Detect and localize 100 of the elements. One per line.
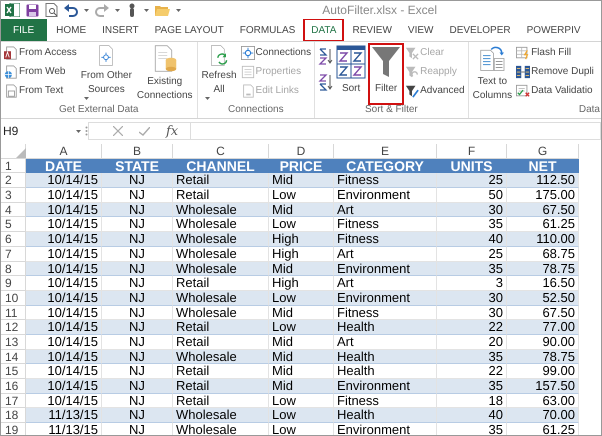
ribbon-button[interactable]: From Other Sources <box>78 44 134 104</box>
row-header[interactable]: 3 <box>1 188 26 203</box>
table-cell: Low <box>269 408 334 424</box>
ribbon-button[interactable]: From Access <box>3 44 78 61</box>
table-cell: 30 <box>437 290 507 306</box>
caret-icon[interactable] <box>115 8 120 12</box>
caret-icon[interactable] <box>144 8 149 12</box>
table-cell: NJ <box>102 173 173 188</box>
print-preview-icon[interactable] <box>45 3 58 17</box>
row-header[interactable]: 11 <box>1 306 26 320</box>
ribbon-button[interactable]: From Web <box>3 63 78 80</box>
ribbon-button[interactable]: Flash Fill <box>515 44 595 61</box>
window-title: AutoFilter.xlsx - Excel <box>322 3 437 17</box>
ribbon-tab[interactable]: POWERPIV <box>520 19 588 41</box>
row-header[interactable]: 9 <box>1 276 26 291</box>
ribbon-button[interactable]: Connections <box>240 44 312 61</box>
table-cell: 10/14/15 <box>26 320 102 335</box>
file-tab[interactable]: FILE <box>1 19 48 41</box>
check-icon[interactable] <box>139 126 150 136</box>
table-cell: 52.50 <box>507 290 579 306</box>
ribbon-button[interactable]: Existing Connections <box>134 44 195 104</box>
column-header[interactable]: F <box>437 144 507 159</box>
name-box[interactable]: H9 <box>1 122 85 140</box>
column-header[interactable]: A <box>26 144 102 159</box>
ribbon-button[interactable]: Data Validatio <box>515 82 595 99</box>
ribbon-tab[interactable]: DEVELOPER <box>442 19 518 41</box>
table-cell: Mid <box>269 379 334 394</box>
table-cell: 10/14/15 <box>26 202 102 218</box>
ribbon-button[interactable]: Text to Columns <box>470 44 514 104</box>
ribbon-tab[interactable]: FORMULAS <box>232 19 302 41</box>
ribbon-tab[interactable]: VIEW <box>400 19 440 41</box>
column-header[interactable]: D <box>269 144 334 159</box>
table-cell: Wholesale <box>173 423 269 435</box>
remove-duplicates-icon <box>516 64 530 78</box>
table-cell: Fitness <box>334 232 437 247</box>
ribbon-button[interactable]: Advanced <box>404 82 466 99</box>
ribbon-tab[interactable]: DATA <box>304 19 344 41</box>
table-cell: Health <box>334 320 437 335</box>
ribbon-button[interactable]: Filter <box>369 44 404 104</box>
table-cell: 40 <box>437 408 507 424</box>
undo-icon[interactable] <box>64 4 78 16</box>
insert-function-button[interactable]: fx <box>166 124 178 138</box>
table-cell: Wholesale <box>173 262 269 276</box>
funnel-icon <box>371 45 402 79</box>
ribbon-button[interactable]: Sort <box>334 44 368 104</box>
table-cell: 30 <box>437 202 507 218</box>
row-header[interactable]: 10 <box>1 290 26 306</box>
ribbon-button[interactable]: From Text <box>3 82 78 99</box>
group-label: Sort & Filter <box>364 104 418 116</box>
table-cell: NJ <box>102 408 173 424</box>
table-cell: NJ <box>102 350 173 364</box>
column-header[interactable]: B <box>102 144 173 159</box>
table-cell: 10/14/15 <box>26 173 102 188</box>
ribbon-tab[interactable]: REVIEW <box>345 19 399 41</box>
row-header[interactable]: 14 <box>1 350 26 364</box>
table-cell: 78.75 <box>507 262 579 276</box>
row-header[interactable]: 18 <box>1 408 26 424</box>
caret-icon[interactable] <box>84 8 89 12</box>
connections-icon <box>240 46 255 60</box>
customize-caret-icon[interactable] <box>176 8 181 12</box>
web-page-icon <box>4 64 18 78</box>
column-header[interactable]: G <box>507 144 579 159</box>
ribbon-tab[interactable]: HOME <box>49 19 94 41</box>
sort-ascending-icon[interactable] <box>317 47 334 65</box>
row-header[interactable]: 1 <box>1 158 26 174</box>
row-header[interactable]: 15 <box>1 364 26 379</box>
ribbon-tab[interactable]: INSERT <box>95 19 146 41</box>
ribbon-button[interactable]: Refresh All <box>200 44 239 104</box>
row-header[interactable]: 16 <box>1 379 26 394</box>
table-cell: 67.50 <box>507 202 579 218</box>
flash-fill-icon <box>516 46 530 60</box>
row-header[interactable]: 12 <box>1 320 26 335</box>
row-header[interactable]: 5 <box>1 217 26 232</box>
column-header[interactable]: E <box>334 144 437 159</box>
caret-icon <box>76 130 81 132</box>
row-header[interactable]: 17 <box>1 394 26 408</box>
row-header[interactable]: 7 <box>1 246 26 262</box>
row-header[interactable]: 4 <box>1 202 26 218</box>
access-icon <box>4 46 18 60</box>
table-cell: Low <box>269 423 334 435</box>
save-icon[interactable] <box>26 4 39 16</box>
excel-logo-icon[interactable] <box>5 3 20 17</box>
table-cell: Health <box>334 350 437 364</box>
table-cell: Environment <box>334 262 437 276</box>
table-cell: Retail <box>173 320 269 335</box>
row-header[interactable]: 2 <box>1 173 26 188</box>
formula-input[interactable] <box>190 122 601 140</box>
row-header[interactable]: 8 <box>1 262 26 276</box>
table-cell: Mid <box>269 173 334 188</box>
row-header[interactable]: 13 <box>1 334 26 350</box>
sort-descending-icon[interactable] <box>317 73 334 91</box>
table-cell: 11/13/15 <box>26 408 102 424</box>
table-header-cell: CATEGORY <box>334 158 437 174</box>
table-cell: Wholesale <box>173 290 269 306</box>
row-header[interactable]: 6 <box>1 232 26 247</box>
ribbon-tab[interactable]: PAGE LAYOUT <box>148 19 231 41</box>
table-cell: Retail <box>173 379 269 394</box>
table-header-cell: DATE <box>26 158 102 174</box>
ribbon-button[interactable]: Remove Dupli <box>515 63 595 80</box>
column-header[interactable]: C <box>173 144 269 159</box>
